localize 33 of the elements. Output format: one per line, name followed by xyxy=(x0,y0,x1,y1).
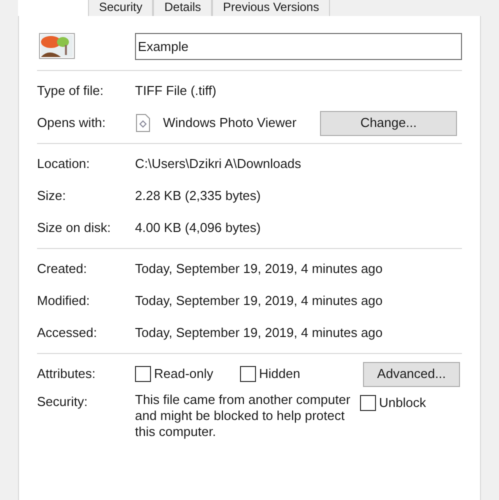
security-message: This file came from another computer and might be blocked to help protect this computer. xyxy=(135,392,352,440)
field-label: Type of file: xyxy=(37,82,104,100)
field-value: 4.00 KB (4,096 bytes) xyxy=(135,219,261,238)
field-label: Created: xyxy=(37,260,88,278)
field-label: Security: xyxy=(37,393,89,411)
advanced-button[interactable]: Advanced... xyxy=(363,362,460,386)
field-value: Windows Photo Viewer xyxy=(163,114,298,132)
file-name-field[interactable]: Example xyxy=(134,32,462,60)
tab[interactable]: Previous Versions xyxy=(212,0,330,16)
checkbox-box[interactable] xyxy=(360,394,376,411)
field-value: Today, September 19, 2019, 4 minutes ago xyxy=(135,324,383,342)
field-label: Modified: xyxy=(37,292,91,310)
field-value: Today, September 19, 2019, 4 minutes ago xyxy=(135,260,383,278)
checkbox[interactable]: Unblock xyxy=(360,393,426,412)
field-label: Attributes: xyxy=(37,365,97,384)
field-label: Size: xyxy=(37,187,67,206)
checkbox-box[interactable] xyxy=(240,366,256,382)
field-label: Opens with: xyxy=(37,114,107,132)
field-value: 2.28 KB (2,335 bytes) xyxy=(135,187,261,206)
change-button[interactable]: Change... xyxy=(320,110,457,136)
field-value: TIFF File (.tiff) xyxy=(135,82,216,100)
app-icon xyxy=(135,114,151,132)
tab[interactable]: Details xyxy=(153,0,212,16)
field-label: Accessed: xyxy=(37,324,98,342)
checkbox[interactable]: Read-only xyxy=(135,364,240,384)
checkbox[interactable]: Hidden xyxy=(240,364,363,384)
checkbox-box[interactable] xyxy=(135,366,151,382)
image-file-icon xyxy=(39,33,75,59)
field-label: Location: xyxy=(37,155,91,174)
field-value: C:\Users\Dzikri A\Downloads xyxy=(135,155,302,174)
field-label: Size on disk: xyxy=(37,219,112,238)
tab[interactable]: Security xyxy=(88,0,154,16)
field-value: Today, September 19, 2019, 4 minutes ago xyxy=(135,292,383,310)
